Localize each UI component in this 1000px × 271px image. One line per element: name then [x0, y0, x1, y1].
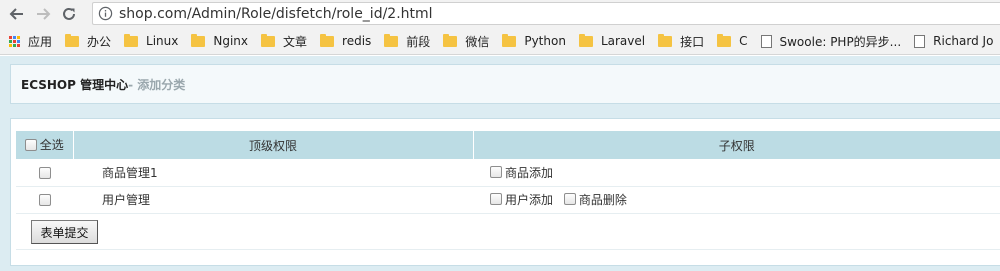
sub-permissions: 商品添加 — [473, 159, 1000, 187]
folder-icon — [261, 33, 276, 47]
row-check-cell — [16, 159, 73, 187]
bookmark-folder[interactable]: 文章 — [261, 33, 307, 50]
sub-permission-checkbox[interactable] — [490, 193, 502, 206]
column-header-top: 顶级权限 — [73, 131, 474, 159]
table-row: 商品管理1 商品添加 — [16, 159, 1000, 187]
top-permission: 用户管理 — [73, 186, 473, 214]
permission-table: 全选 顶级权限 子权限 商品管理1 商品添加 用户管理 用户添加 商品删除 — [16, 131, 1000, 214]
folder-icon — [384, 33, 399, 47]
url-text: shop.com/Admin/Role/disfetch/role_id/2.h… — [119, 5, 433, 22]
bookmark-label: 接口 — [680, 34, 705, 49]
divider — [16, 249, 1000, 250]
bookmark-label: redis — [342, 34, 372, 48]
sub-permission-label: 商品删除 — [578, 192, 627, 207]
bookmark-label: Linux — [146, 34, 179, 48]
bookmark-folder[interactable]: C — [717, 33, 748, 48]
submit-button[interactable]: 表单提交 — [31, 220, 98, 244]
top-permission: 商品管理1 — [73, 159, 473, 187]
row-checkbox[interactable] — [38, 194, 51, 206]
table-row: 用户管理 用户添加 商品删除 — [16, 186, 1000, 214]
row-check-cell — [16, 186, 73, 214]
folder-icon — [65, 33, 80, 47]
bookmark-folder[interactable]: Nginx — [191, 33, 249, 48]
permission-form: 全选 顶级权限 子权限 商品管理1 商品添加 用户管理 用户添加 商品删除 表单… — [10, 118, 1000, 266]
back-icon[interactable] — [4, 0, 30, 28]
apps-icon — [9, 35, 20, 47]
folder-icon — [578, 33, 593, 47]
sub-permission-label: 用户添加 — [505, 192, 554, 207]
browser-toolbar: shop.com/Admin/Role/disfetch/role_id/2.h… — [0, 0, 1000, 28]
bookmark-folder[interactable]: redis — [320, 33, 372, 48]
sub-permission-option[interactable]: 用户添加 — [490, 191, 553, 208]
bookmark-folder[interactable]: 前段 — [384, 33, 430, 50]
folder-icon — [320, 33, 335, 47]
bookmark-folder[interactable]: 办公 — [65, 33, 111, 50]
admin-page: ECSHOP 管理中心 - 添加分类 全选 顶级权限 子权限 商品管理1 商品添… — [0, 56, 1000, 271]
reload-icon[interactable] — [56, 0, 82, 28]
select-all-label: 全选 — [39, 138, 64, 153]
bookmark-folder[interactable]: Python — [502, 33, 566, 48]
sub-permissions: 用户添加 商品删除 — [473, 186, 1000, 214]
bookmark-folder[interactable]: 接口 — [658, 33, 704, 50]
folder-icon — [658, 33, 673, 47]
folder-icon — [443, 33, 458, 47]
bookmark-label: 文章 — [283, 34, 308, 49]
sub-permission-option[interactable]: 商品删除 — [563, 191, 627, 208]
bookmark-page[interactable]: Richard Jo — [914, 34, 993, 48]
bookmarks-bar: 应用 办公 Linux Nginx 文章 redis 前段 微信 Python … — [0, 28, 1000, 55]
forward-icon[interactable] — [30, 0, 56, 28]
site-title: ECSHOP 管理中心 — [21, 77, 129, 92]
bookmark-label: Nginx — [213, 34, 249, 48]
bookmark-label: 办公 — [87, 34, 112, 49]
address-bar[interactable]: shop.com/Admin/Role/disfetch/role_id/2.h… — [92, 2, 1000, 25]
bookmark-label: 应用 — [28, 34, 53, 49]
folder-icon — [717, 33, 732, 47]
column-header-sub: 子权限 — [473, 131, 1000, 159]
folder-icon — [124, 33, 139, 47]
sub-permission-checkbox[interactable] — [490, 166, 502, 178]
bookmark-label: 前段 — [406, 34, 431, 49]
bookmark-label: Richard Jo — [933, 34, 994, 48]
sub-permission-option[interactable]: 商品添加 — [490, 164, 553, 181]
folder-icon — [502, 33, 517, 47]
row-checkbox[interactable] — [38, 166, 51, 179]
bookmark-folder[interactable]: Linux — [124, 33, 179, 48]
page-icon — [760, 34, 772, 48]
select-all-header: 全选 — [16, 131, 74, 159]
bookmark-label: Swoole: PHP的异步... — [779, 34, 902, 49]
bookmark-label: Python — [524, 34, 566, 48]
page-icon — [914, 34, 926, 48]
bookmark-apps[interactable]: 应用 — [9, 33, 52, 50]
bookmark-folder[interactable]: Laravel — [578, 33, 646, 48]
sub-permission-checkbox[interactable] — [563, 193, 576, 206]
select-all-checkbox[interactable] — [24, 138, 37, 151]
folder-icon — [191, 33, 206, 47]
bookmark-label: Laravel — [600, 34, 646, 48]
info-icon[interactable] — [97, 6, 113, 22]
bookmark-label: C — [739, 34, 748, 48]
bookmark-folder[interactable]: 微信 — [443, 33, 489, 50]
bookmark-page[interactable]: Swoole: PHP的异步... — [760, 33, 902, 50]
bookmark-label: 微信 — [465, 34, 490, 49]
page-header: ECSHOP 管理中心 - 添加分类 — [10, 64, 1000, 104]
table-header-row: 全选 顶级权限 子权限 — [16, 131, 1000, 159]
sub-permission-label: 商品添加 — [505, 165, 554, 180]
page-subtitle: - 添加分类 — [128, 77, 186, 92]
